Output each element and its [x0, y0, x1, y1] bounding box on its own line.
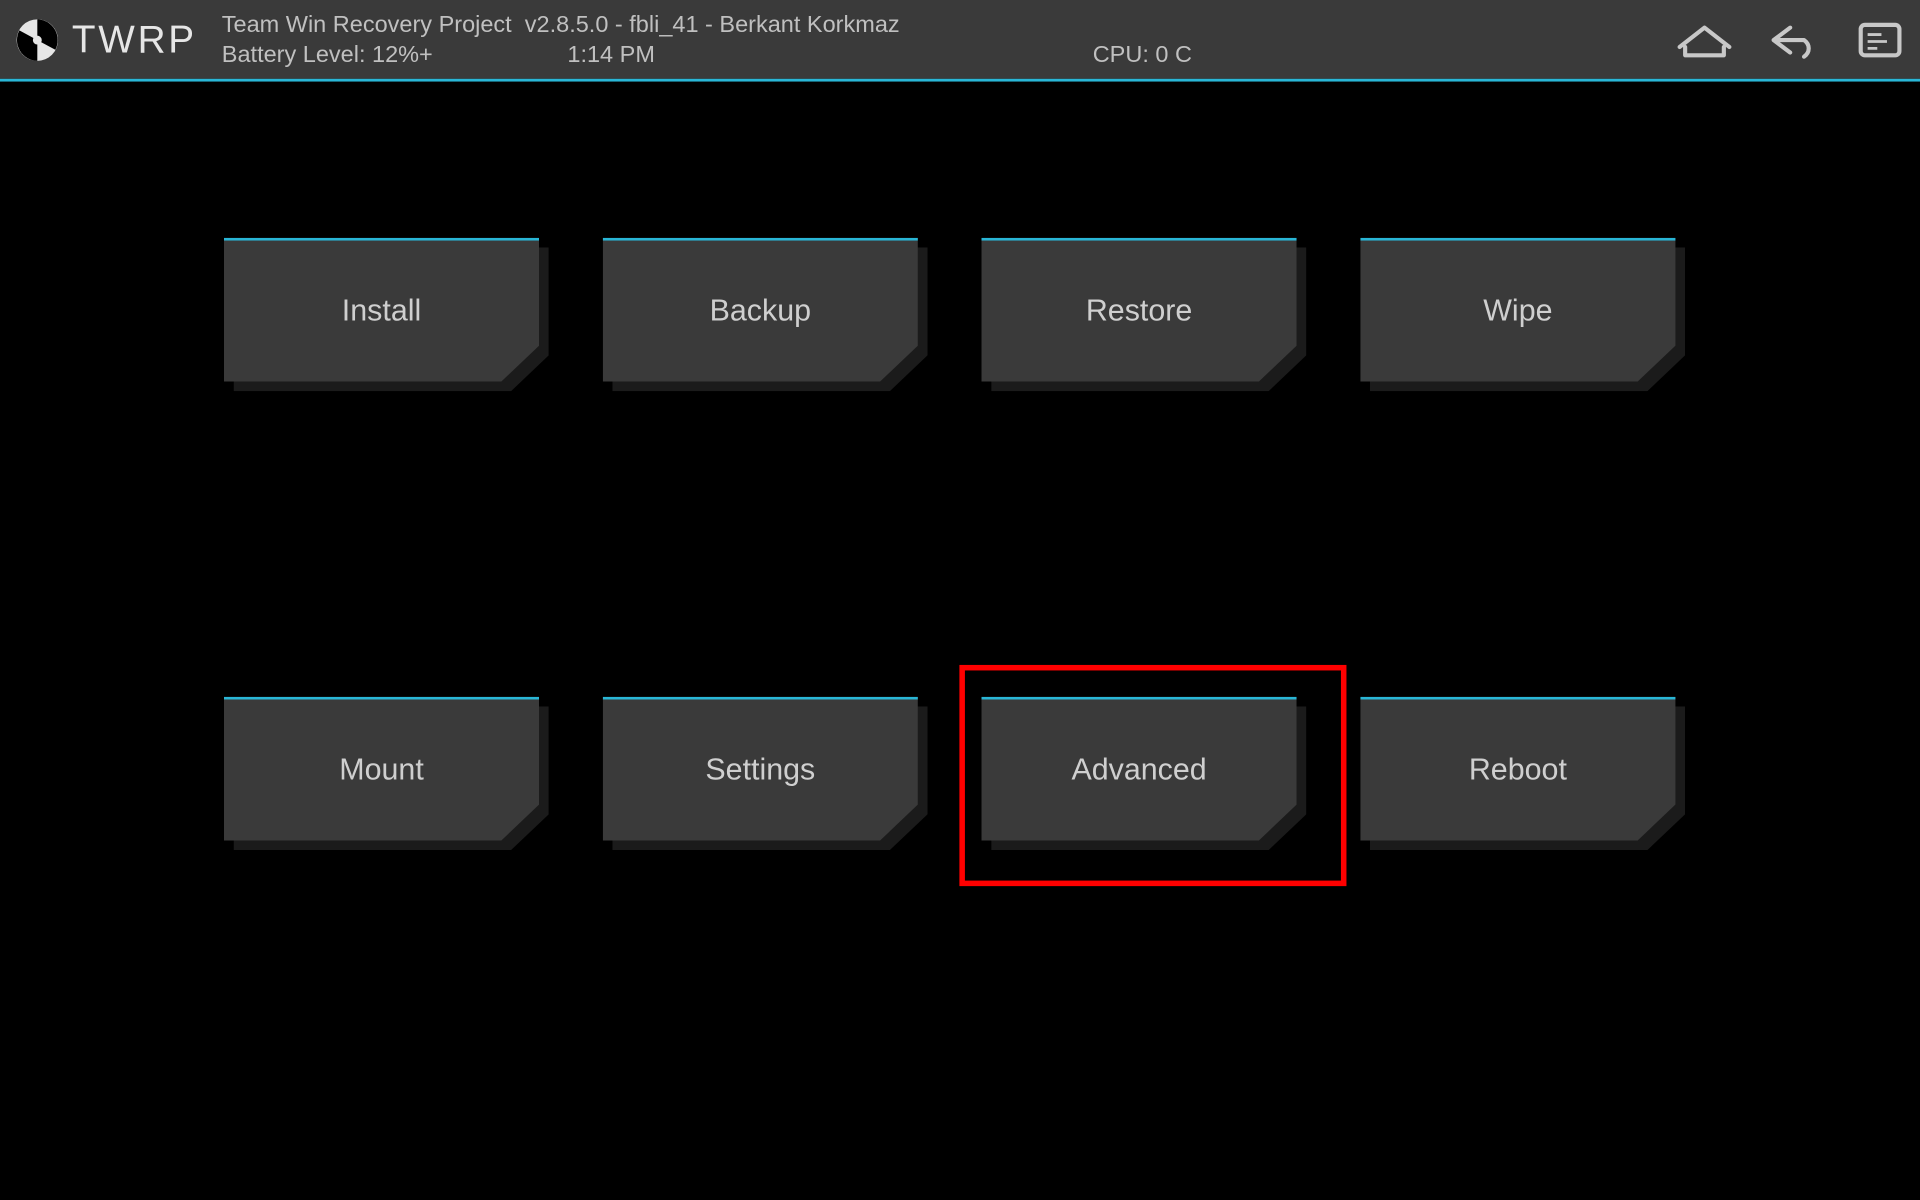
- button-label: Reboot: [1469, 752, 1567, 788]
- logo-text: TWRP: [72, 17, 197, 61]
- button-label: Settings: [705, 752, 815, 788]
- clock-time: 1:14 PM: [567, 39, 1092, 69]
- backup-button[interactable]: Backup: [603, 238, 918, 382]
- main-menu: Install Backup Restore Wipe Mount Settin…: [0, 82, 1920, 1200]
- cpu-temp: CPU: 0 C: [1093, 39, 1192, 69]
- button-label: Install: [342, 293, 421, 329]
- back-icon[interactable]: [1765, 19, 1826, 60]
- button-label: Backup: [710, 293, 811, 329]
- home-icon[interactable]: [1674, 19, 1735, 60]
- title-line: Team Win Recovery Project v2.8.5.0 - fbl…: [222, 9, 1192, 39]
- button-label: Restore: [1086, 293, 1193, 329]
- restore-button[interactable]: Restore: [982, 238, 1297, 382]
- logo: TWRP: [14, 16, 197, 63]
- mount-button[interactable]: Mount: [224, 697, 539, 841]
- header-info: Team Win Recovery Project v2.8.5.0 - fbl…: [222, 9, 1192, 70]
- button-label: Advanced: [1071, 752, 1206, 788]
- button-label: Wipe: [1483, 293, 1552, 329]
- reboot-button[interactable]: Reboot: [1360, 697, 1675, 841]
- install-button[interactable]: Install: [224, 238, 539, 382]
- header-bar: TWRP Team Win Recovery Project v2.8.5.0 …: [0, 0, 1920, 79]
- wipe-button[interactable]: Wipe: [1360, 238, 1675, 382]
- settings-button[interactable]: Settings: [603, 697, 918, 841]
- log-icon[interactable]: [1857, 19, 1904, 60]
- battery-level: Battery Level: 12%+: [222, 39, 568, 69]
- twrp-logo-icon: [14, 16, 61, 63]
- advanced-button[interactable]: Advanced: [982, 697, 1297, 841]
- button-label: Mount: [339, 752, 424, 788]
